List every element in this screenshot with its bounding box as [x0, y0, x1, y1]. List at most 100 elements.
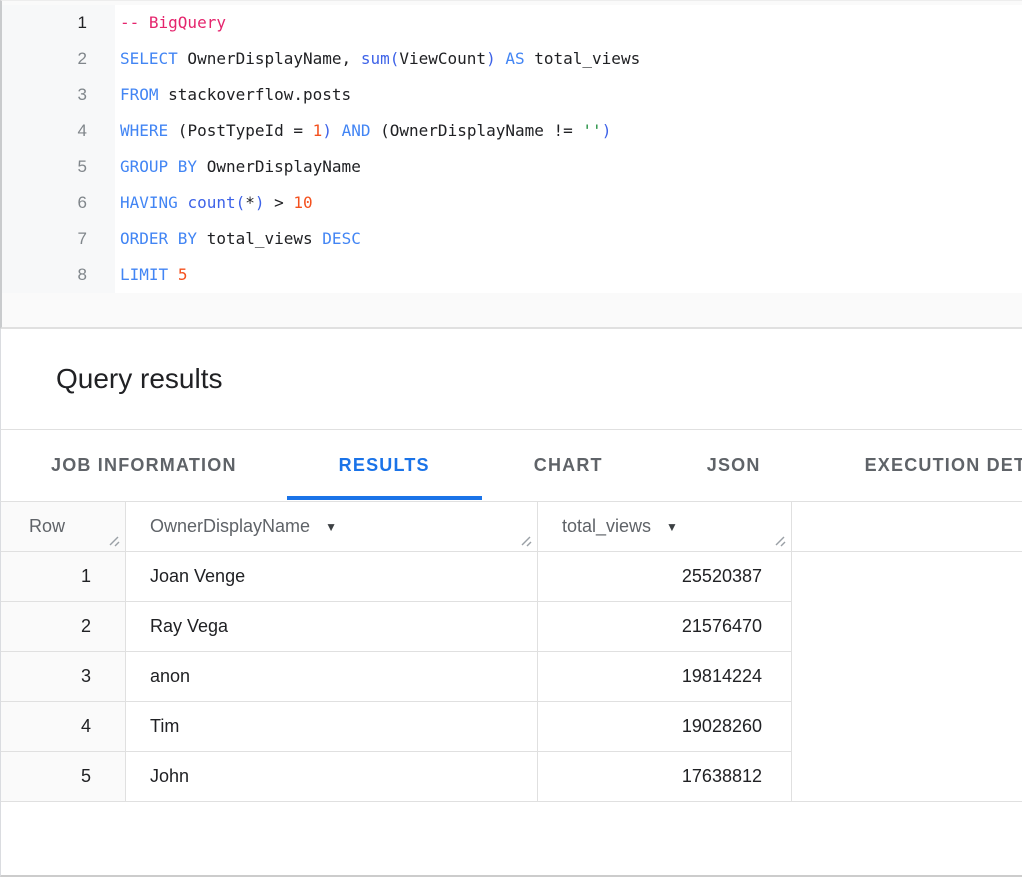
column-header-ownerdisplayname[interactable]: OwnerDisplayName▼	[125, 502, 537, 552]
code-text: HAVING count(*) > 10	[115, 185, 313, 221]
column-header-filler	[791, 502, 1022, 552]
column-header-label: Row	[29, 516, 65, 537]
code-token: total_views	[525, 49, 641, 68]
column-resize-handle-icon[interactable]	[107, 534, 120, 547]
tab-results[interactable]: RESULTS	[287, 430, 482, 501]
code-token: )	[255, 193, 265, 212]
tab-job-information[interactable]: JOB INFORMATION	[1, 430, 287, 501]
code-token: sum(	[361, 49, 400, 68]
code-line-7[interactable]: 7ORDER BY total_views DESC	[2, 221, 1022, 257]
code-token: AS	[505, 49, 524, 68]
results-tab-bar: JOB INFORMATION RESULTS CHART JSON EXECUTION…	[0, 430, 1022, 502]
code-line-5[interactable]: 5GROUP BY OwnerDisplayName	[2, 149, 1022, 185]
code-token: ''	[582, 121, 601, 140]
owner-display-name-cell: Joan Venge	[125, 552, 537, 602]
code-token: *	[245, 193, 255, 212]
column-header-total-views[interactable]: total_views ▼	[537, 502, 791, 552]
owner-display-name-cell: Tim	[125, 702, 537, 752]
code-token: 1	[313, 121, 323, 140]
code-line-3[interactable]: 3FROM stackoverflow.posts	[2, 77, 1022, 113]
code-token: OwnerDisplayName,	[178, 49, 361, 68]
code-token: total_views	[197, 229, 322, 248]
column-header-label: total_views	[562, 516, 651, 537]
code-line-8[interactable]: 8LIMIT 5	[2, 257, 1022, 293]
page-title: Query results	[56, 363, 223, 395]
code-token: -- BigQuery	[120, 13, 226, 32]
code-token	[168, 265, 178, 284]
sql-editor[interactable]: 1-- BigQuery2SELECT OwnerDisplayName, su…	[0, 0, 1022, 329]
total-views-cell: 21576470	[537, 602, 791, 652]
code-token: WHERE	[120, 121, 168, 140]
sort-dropdown-icon[interactable]: ▼	[666, 521, 678, 533]
tab-label: RESULTS	[339, 455, 430, 476]
owner-display-name-cell: John	[125, 752, 537, 802]
code-line-1[interactable]: 1 -- BigQuery	[2, 5, 1022, 41]
total-views-cell: 19028260	[537, 702, 791, 752]
row-number-cell: 1	[1, 552, 125, 602]
line-number: 8	[2, 257, 115, 293]
tab-label: JOB INFORMATION	[51, 455, 237, 476]
code-token: (PostTypeId =	[168, 121, 313, 140]
column-header-row[interactable]: Row	[1, 502, 125, 552]
code-text: ORDER BY total_views DESC	[115, 221, 361, 257]
tab-label: CHART	[534, 455, 603, 476]
code-token	[332, 121, 342, 140]
code-token: HAVING	[120, 193, 178, 212]
code-line-4[interactable]: 4WHERE (PostTypeId = 1) AND (OwnerDispla…	[2, 113, 1022, 149]
query-results-header: Query results	[0, 329, 1022, 430]
code-token: >	[265, 193, 294, 212]
code-text: FROM stackoverflow.posts	[115, 77, 351, 113]
tab-execution-details[interactable]: EXECUTION DETAILS	[813, 430, 1022, 501]
results-table: Row OwnerDisplayName▼ total_views ▼ 1Joan Ve…	[0, 502, 1022, 802]
tab-label: JSON	[707, 455, 761, 476]
line-number: 6	[2, 185, 115, 221]
tab-chart[interactable]: CHART	[482, 430, 655, 501]
code-token	[496, 49, 506, 68]
code-token: DESC	[322, 229, 361, 248]
code-token: GROUP BY	[120, 157, 197, 176]
code-token: AND	[342, 121, 371, 140]
code-token: SELECT	[120, 49, 178, 68]
code-token: stackoverflow.posts	[159, 85, 352, 104]
code-lines: 1-- BigQuery2SELECT OwnerDisplayName, su…	[2, 1, 1022, 293]
line-number: 3	[2, 77, 115, 113]
total-views-cell: 17638812	[537, 752, 791, 802]
code-token: 5	[178, 265, 188, 284]
code-text: -- BigQuery	[115, 5, 226, 41]
total-views-cell: 19814224	[537, 652, 791, 702]
column-resize-handle-icon[interactable]	[773, 534, 786, 547]
owner-display-name-cell: anon	[125, 652, 537, 702]
total-views-cell: 25520387	[537, 552, 791, 602]
code-text: WHERE (PostTypeId = 1) AND (OwnerDisplay…	[115, 113, 611, 149]
table-filler-area	[791, 552, 1022, 802]
bigquery-results-panel: 1-- BigQuery2SELECT OwnerDisplayName, su…	[0, 0, 1022, 877]
code-token: )	[322, 121, 332, 140]
bottom-strip	[0, 802, 1022, 877]
code-text: GROUP BY OwnerDisplayName	[115, 149, 361, 185]
line-number: 5	[2, 149, 115, 185]
code-line-2[interactable]: 2SELECT OwnerDisplayName, sum(ViewCount)…	[2, 41, 1022, 77]
code-text: LIMIT 5	[115, 257, 187, 293]
code-token: )	[486, 49, 496, 68]
code-token: count(	[187, 193, 245, 212]
code-token: )	[602, 121, 612, 140]
line-number: 2	[2, 41, 115, 77]
line-number: 4	[2, 113, 115, 149]
code-token	[178, 193, 188, 212]
tab-label: EXECUTION DETAILS	[865, 455, 1022, 476]
owner-display-name-cell: Ray Vega	[125, 602, 537, 652]
code-token: OwnerDisplayName	[197, 157, 361, 176]
code-line-6[interactable]: 6HAVING count(*) > 10	[2, 185, 1022, 221]
code-token: ViewCount	[399, 49, 486, 68]
row-number-cell: 2	[1, 602, 125, 652]
column-resize-handle-icon[interactable]	[519, 534, 532, 547]
code-token: 10	[293, 193, 312, 212]
sort-dropdown-icon[interactable]: ▼	[325, 521, 337, 533]
tab-json[interactable]: JSON	[655, 430, 813, 501]
line-number: 1	[2, 5, 115, 41]
code-token: ORDER BY	[120, 229, 197, 248]
code-token: (OwnerDisplayName !=	[371, 121, 583, 140]
code-token: FROM	[120, 85, 159, 104]
line-number: 7	[2, 221, 115, 257]
code-text: SELECT OwnerDisplayName, sum(ViewCount) …	[115, 41, 640, 77]
